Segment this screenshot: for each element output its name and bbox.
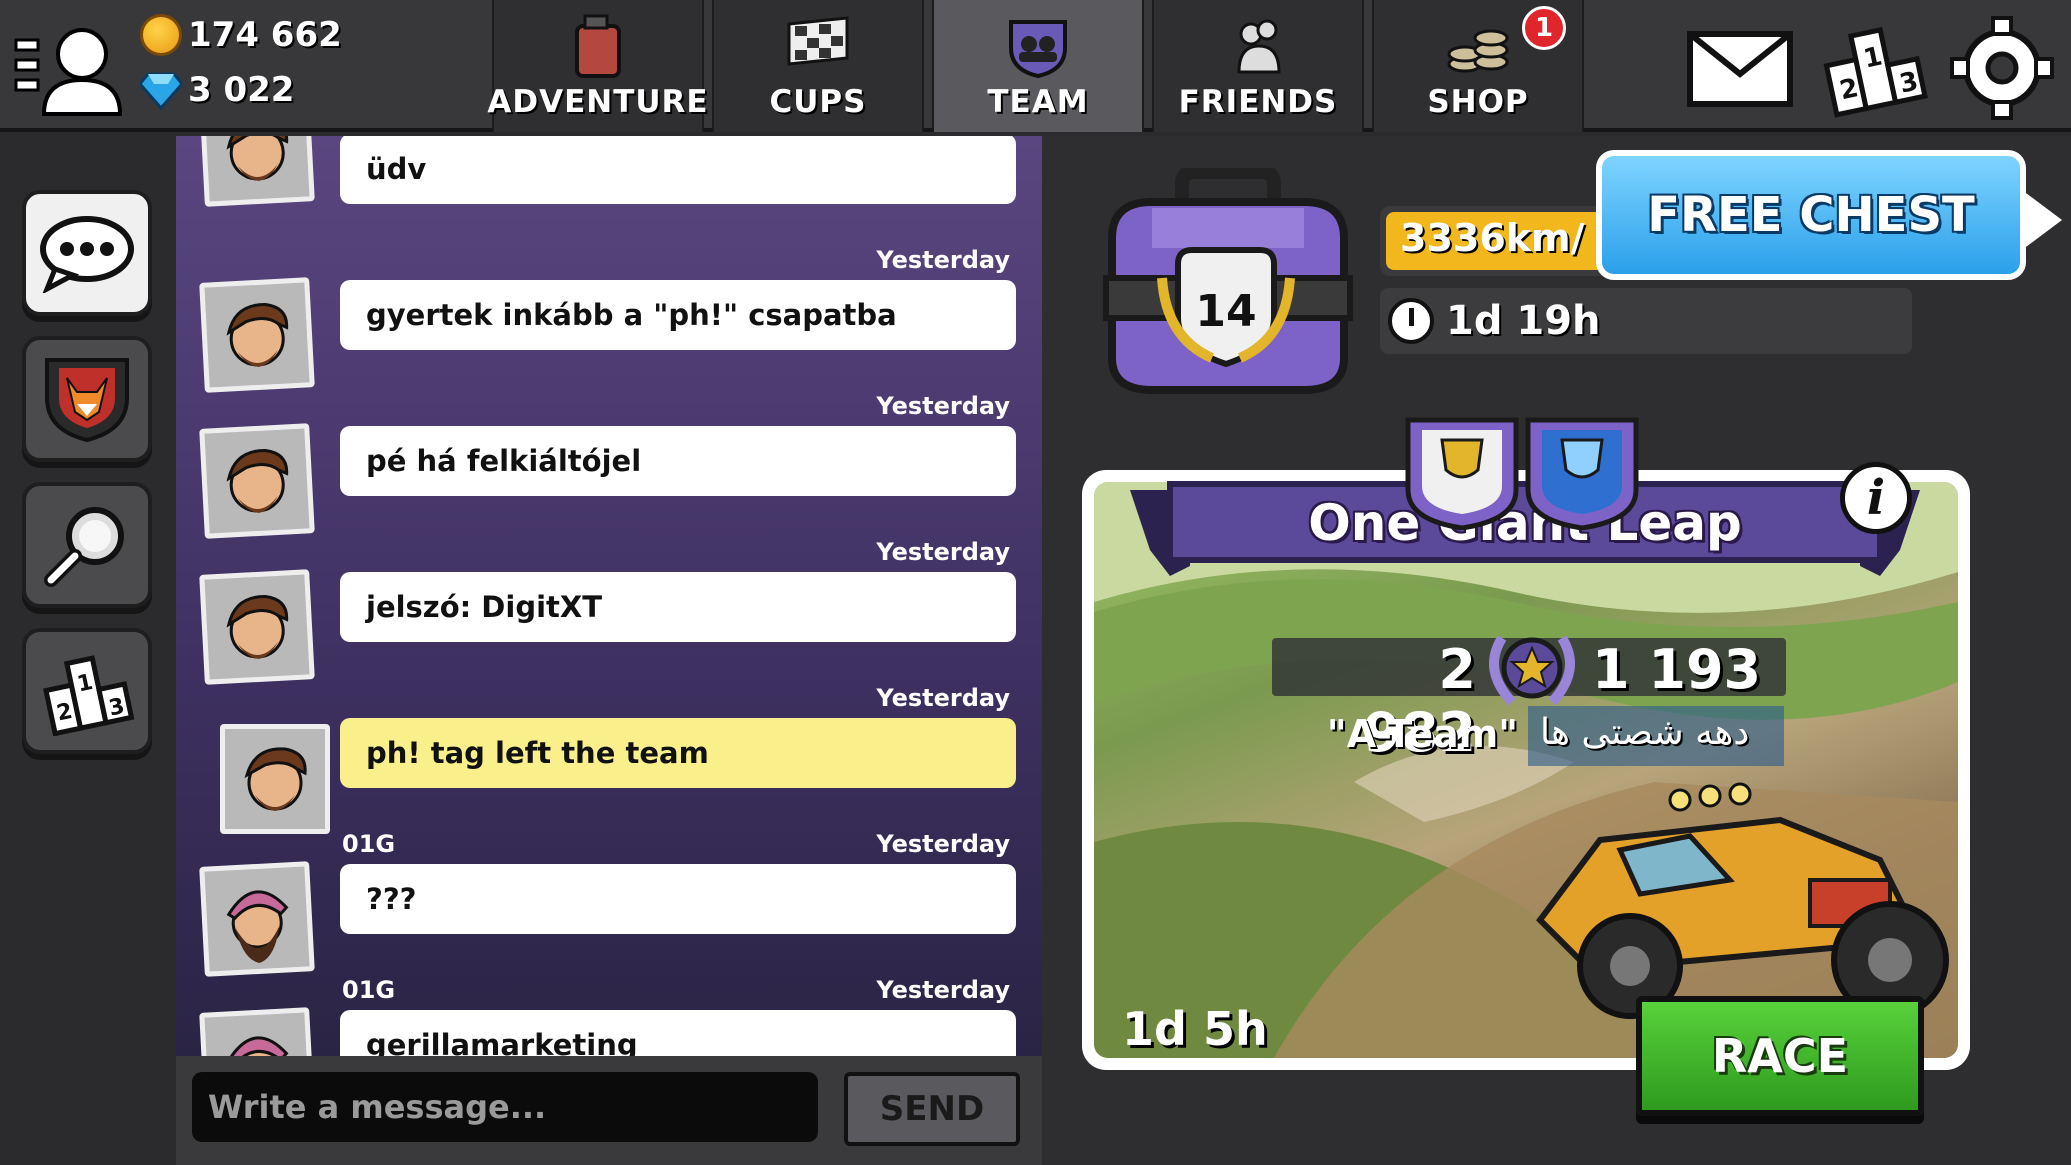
chat-message: Yesterday jelszó: DigitXT	[176, 532, 1042, 685]
coin-amount: 174 662	[188, 15, 342, 55]
friends-icon	[1237, 19, 1281, 74]
message-author: 01G	[342, 976, 396, 1004]
leaderboard-button[interactable]: 2 1 3	[1818, 16, 1930, 120]
coin-counter: 174 662	[140, 14, 342, 56]
team-shield-icon	[1009, 20, 1067, 78]
tab-adventure-label: ADVENTURE	[487, 84, 709, 120]
podium-icon: 2 1 3	[1823, 26, 1928, 118]
chest-level: 14	[1195, 286, 1256, 337]
our-team-name: "A-Team"	[1326, 712, 1518, 756]
message-time: Yesterday	[876, 538, 1010, 566]
message-time: Yesterday	[876, 830, 1010, 858]
gem-amount: 3 022	[188, 70, 295, 110]
chest-distance: 3336km/	[1400, 216, 1585, 260]
gem-icon	[140, 72, 182, 110]
team-chat-panel[interactable]: üdv Yesterday gyertek inkább a "ph!" csa…	[176, 136, 1042, 1056]
brown-hair-driver-avatar	[199, 569, 315, 685]
top-bar: 174 662 3 022 ADVENTURE CUPS TEAM FRIEND…	[0, 0, 2071, 132]
chat-message: 01G Yesterday ???	[176, 824, 1042, 977]
brown-hair-driver-avatar	[220, 724, 330, 834]
system-message: Yesterday ph! tag left the team	[176, 678, 1042, 834]
message-time: Yesterday	[876, 684, 1010, 712]
team-emblem-button[interactable]	[22, 336, 152, 462]
trophy-badges-icon	[1405, 417, 1639, 530]
send-button[interactable]: SEND	[844, 1072, 1020, 1146]
message-time: Yesterday	[876, 392, 1010, 420]
main-tabs: ADVENTURE CUPS TEAM FRIENDS 1 SHOP	[487, 0, 1584, 132]
message-input[interactable]	[192, 1072, 818, 1142]
tab-shop-label: SHOP	[1427, 84, 1529, 120]
message-time: Yesterday	[876, 246, 1010, 274]
shop-notification-badge: 1	[1522, 6, 1566, 50]
tab-shop[interactable]: 1 SHOP	[1372, 0, 1584, 132]
fox-emblem-icon	[45, 358, 129, 443]
magnifier-icon	[44, 507, 124, 587]
tab-adventure[interactable]: ADVENTURE	[487, 0, 708, 132]
coin-stack-icon	[1447, 29, 1509, 73]
chat-button[interactable]	[22, 190, 152, 316]
settings-button[interactable]	[1946, 16, 2058, 120]
chest-timer-text: 1d 19h	[1446, 298, 1601, 344]
message-author: 01G	[342, 830, 396, 858]
tab-team-label: TEAM	[987, 84, 1089, 120]
team-chest-icon: 14	[1103, 165, 1353, 394]
event-timer: 1d 5h	[1122, 1002, 1268, 1056]
team-chest-button[interactable]: 14	[1092, 165, 1364, 398]
offroad-buggy-icon	[1536, 782, 1949, 1019]
mail-button[interactable]	[1684, 16, 1796, 120]
message-bubble: pé há felkiáltójel	[340, 426, 1016, 496]
chat-message: 01G Yesterday gerillamarketing	[176, 970, 1042, 1056]
profile-icon	[14, 28, 123, 116]
chat-message: Yesterday pé há felkiáltójel	[176, 386, 1042, 539]
message-bubble: jelszó: DigitXT	[340, 572, 1016, 642]
coin-icon	[140, 14, 182, 56]
opponent-team-name: دهه شصتی ها	[1540, 712, 1750, 753]
gear-icon	[1950, 16, 2054, 120]
message-time: Yesterday	[876, 976, 1010, 1004]
brown-hair-driver-avatar	[199, 136, 315, 207]
mail-icon	[1687, 31, 1793, 107]
opponent-team-score: 1 193	[1592, 638, 1762, 701]
bearded-beanie-avatar	[199, 1007, 315, 1056]
race-button[interactable]: RACE	[1636, 996, 1924, 1116]
tab-cups[interactable]: CUPS	[712, 0, 924, 132]
fuel-can-icon	[575, 14, 621, 78]
free-chest-button[interactable]: FREE CHEST	[1596, 150, 2062, 280]
checkered-flag-icon	[787, 16, 849, 66]
search-team-button[interactable]	[22, 482, 152, 608]
event-info-button[interactable]: i	[1840, 462, 1912, 534]
profile-menu-button[interactable]	[14, 18, 123, 118]
chat-input-bar: SEND	[176, 1056, 1042, 1165]
chest-timer: 1d 19h	[1380, 288, 1912, 354]
podium-icon: 2 1 3	[43, 655, 135, 736]
brown-hair-driver-avatar	[199, 277, 315, 393]
tab-friends-label: FRIENDS	[1178, 84, 1338, 120]
message-bubble: gerillamarketing	[340, 1010, 1016, 1056]
tab-team[interactable]: TEAM	[932, 0, 1144, 132]
bearded-beanie-avatar	[199, 861, 315, 977]
brown-hair-driver-avatar	[199, 423, 315, 539]
chat-message: Yesterday gyertek inkább a "ph!" csapatb…	[176, 240, 1042, 393]
message-bubble: üdv	[340, 136, 1016, 204]
tab-friends[interactable]: FRIENDS	[1152, 0, 1364, 132]
gem-counter: 3 022	[140, 70, 294, 110]
tab-cups-label: CUPS	[769, 84, 867, 120]
message-bubble: ???	[340, 864, 1016, 934]
chat-message: üdv	[176, 136, 1042, 240]
message-bubble: gyertek inkább a "ph!" csapatba	[340, 280, 1016, 350]
team-leaderboard-button[interactable]: 2 1 3	[22, 628, 152, 754]
clock-icon	[1388, 298, 1434, 344]
system-message-bubble: ph! tag left the team	[340, 718, 1016, 788]
star-medal-icon	[1489, 635, 1575, 706]
speech-bubble-icon	[40, 216, 134, 293]
